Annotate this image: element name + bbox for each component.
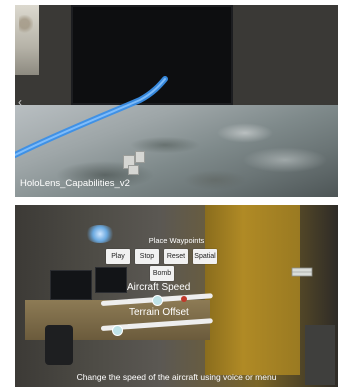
desk-monitor: [50, 270, 92, 300]
video-caption: HoloLens_Capabilities_v2: [20, 178, 130, 189]
hololens-menu-view: Place Waypoints Play Stop Reset Spatial …: [15, 205, 338, 387]
aircraft-speed-label: Aircraft Speed: [127, 282, 191, 293]
office-chair: [45, 325, 73, 365]
chevron-left-icon[interactable]: ‹: [18, 95, 22, 109]
bomb-button[interactable]: Bomb: [150, 266, 174, 281]
hololens-terrain-view: ‹ HoloLens_Capabilities_v2: [15, 5, 338, 197]
terrain-offset-thumb[interactable]: [112, 325, 123, 336]
play-button[interactable]: Play: [106, 249, 130, 264]
office-door: [205, 205, 300, 375]
holographic-aircraft-icon: [291, 267, 313, 277]
gaze-cursor-dot: [181, 296, 187, 302]
place-waypoints-label: Place Waypoints: [148, 236, 205, 245]
desk-monitor: [95, 267, 127, 293]
spatial-button[interactable]: Spatial: [193, 249, 217, 264]
stop-button[interactable]: Stop: [135, 249, 159, 264]
reset-button[interactable]: Reset: [164, 249, 188, 264]
terrain-offset-label: Terrain Offset: [129, 307, 189, 318]
instruction-caption: Change the speed of the aircraft using v…: [76, 372, 277, 382]
aircraft-flight-path: [15, 76, 168, 158]
aircraft-speed-thumb[interactable]: [152, 295, 163, 306]
